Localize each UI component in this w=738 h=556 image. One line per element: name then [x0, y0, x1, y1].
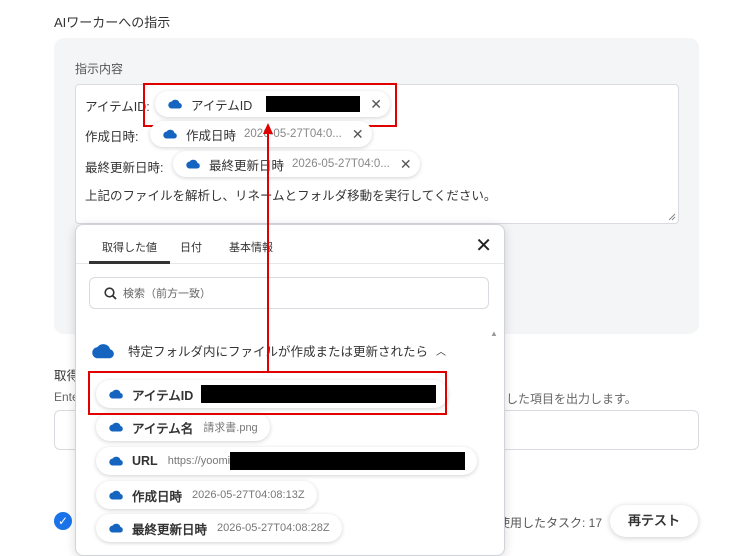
item-name: 作成日時: [132, 489, 183, 504]
list-item-updated[interactable]: 最終更新日時 2026-05-27T04:08:28Z: [96, 514, 342, 542]
redacted-block: [230, 452, 466, 470]
item-value: 2026-05-27T04:08:28Z: [217, 522, 330, 534]
list-item-item-name[interactable]: アイテム名 請求書.png: [96, 413, 270, 441]
output-description-end: した項目を出力します。: [506, 392, 637, 406]
item-name: アイテム名: [132, 421, 194, 436]
item-value: https://yoomi: [167, 455, 231, 467]
section-title: AIワーカーへの指示: [54, 15, 171, 30]
row-label-created: 作成日時:: [85, 130, 139, 144]
tab-bar: 取得した値 日付 基本情報 ✕: [76, 225, 504, 264]
item-value: 請求書.png: [203, 422, 258, 434]
updated-chip[interactable]: 最終更新日時 2026-05-27T04:0... ✕: [173, 151, 420, 177]
chip-value: 2026-05-27T04:0...: [292, 158, 390, 170]
onedrive-icon: [109, 490, 123, 500]
resize-grip-icon[interactable]: [668, 213, 676, 221]
field-label: 指示内容: [75, 62, 124, 76]
retest-button[interactable]: 再テスト: [610, 505, 698, 537]
search-input[interactable]: 検索（前方一致）: [89, 277, 489, 309]
onedrive-icon: [163, 129, 177, 139]
highlight-box-list-item: [88, 371, 447, 415]
check-icon: ✓: [54, 512, 72, 530]
close-icon[interactable]: ✕: [475, 233, 492, 258]
row-label-item-id: アイテムID:: [85, 100, 150, 114]
chevron-up-icon[interactable]: ︿: [436, 343, 446, 358]
onedrive-icon: [109, 523, 123, 533]
search-icon: [104, 286, 117, 300]
row-label-updated: 最終更新日時:: [85, 161, 164, 175]
chip-name: 最終更新日時: [209, 158, 285, 173]
instruction-text: 上記のファイルを解析し、リネームとフォルダ移動を実行してください。: [85, 189, 497, 203]
tab-date[interactable]: 日付: [180, 239, 202, 255]
remove-chip-icon[interactable]: ✕: [352, 126, 364, 143]
created-chip[interactable]: 作成日時 2026-05-27T04:0... ✕: [150, 121, 372, 147]
group-title: 特定フォルダ内にファイルが作成または更新されたら: [128, 345, 429, 359]
tab-obtained-values[interactable]: 取得した値: [89, 239, 170, 264]
chip-value: 2026-05-27T04:0...: [244, 128, 342, 140]
remove-chip-icon[interactable]: ✕: [400, 156, 412, 173]
onedrive-icon: [109, 422, 123, 432]
list-item-created[interactable]: 作成日時 2026-05-27T04:08:13Z: [96, 481, 317, 509]
onedrive-icon: [92, 343, 114, 358]
item-name: URL: [132, 454, 158, 468]
task-count: 使用したタスク: 17: [498, 516, 603, 530]
item-name: 最終更新日時: [132, 522, 208, 537]
search-placeholder: 検索（前方一致）: [123, 288, 211, 300]
tab-basic-info[interactable]: 基本情報: [229, 239, 273, 255]
output-field[interactable]: [498, 410, 699, 450]
scroll-up-icon[interactable]: ▲: [490, 329, 498, 338]
onedrive-icon: [186, 159, 200, 169]
list-item-url[interactable]: URL https://yoomi: [96, 447, 478, 475]
chip-name: 作成日時: [186, 128, 237, 143]
item-value: 2026-05-27T04:08:13Z: [192, 489, 305, 501]
trigger-group-header[interactable]: 特定フォルダ内にファイルが作成または更新されたら ︿: [90, 341, 446, 360]
onedrive-icon: [109, 456, 123, 466]
